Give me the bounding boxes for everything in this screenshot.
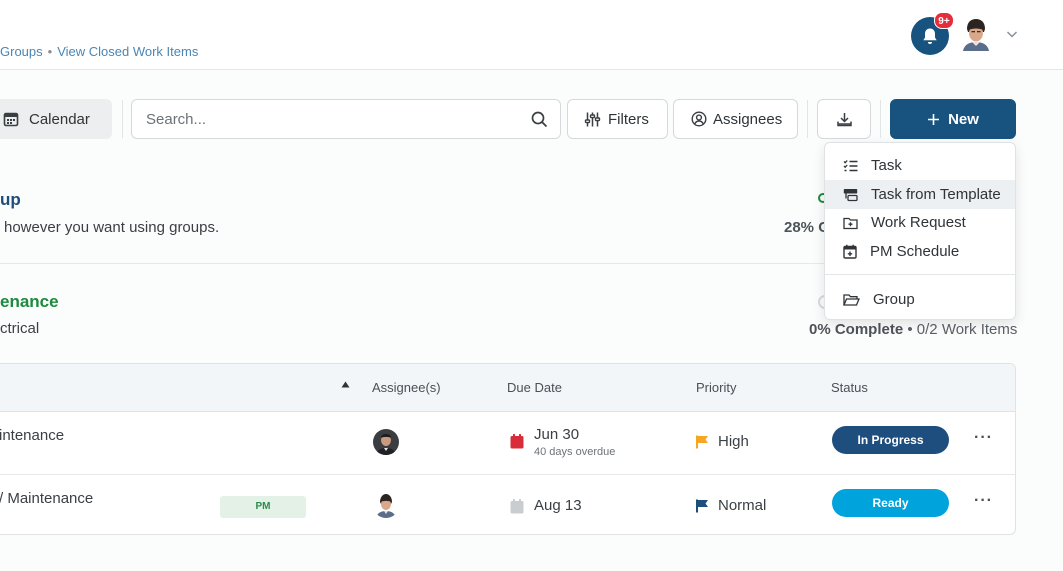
group-description: however you want using groups. <box>4 219 220 236</box>
group-progress-items: • 0/2 Work Items <box>907 321 1018 338</box>
folder-open-icon <box>843 293 860 306</box>
toolbar-divider <box>122 100 123 138</box>
plus-icon <box>928 113 940 125</box>
menu-divider <box>825 274 1015 275</box>
breadcrumb-groups-link[interactable]: Groups <box>0 44 43 59</box>
flag-icon <box>696 499 708 512</box>
group-progress-percent: 28% C <box>784 219 830 236</box>
group-progress-percent: 0% Complete <box>809 321 904 338</box>
calendar-icon <box>510 499 524 514</box>
top-bar: Groups • View Closed Work Items 9+ <box>0 0 1063 70</box>
menu-item-label: Task <box>871 157 902 174</box>
overdue-note: 40 days overdue <box>534 446 616 458</box>
toolbar-divider <box>807 100 808 138</box>
sliders-icon <box>584 112 601 126</box>
work-items-table: Assignee(s) Due Date Priority Status int… <box>0 363 1016 535</box>
new-item-dropdown-menu: Task Task from Template Work Request PM … <box>824 142 1016 320</box>
work-item-name[interactable]: intenance <box>0 427 64 444</box>
search-input[interactable] <box>146 110 516 128</box>
checklist-icon <box>843 159 858 171</box>
column-header-due-date[interactable]: Due Date <box>507 380 562 395</box>
priority-label: High <box>718 433 749 450</box>
notification-count-badge: 9+ <box>934 12 954 29</box>
priority-label: Normal <box>718 497 767 514</box>
column-header-priority[interactable]: Priority <box>696 380 736 395</box>
status-badge[interactable]: Ready <box>832 489 949 517</box>
download-button[interactable] <box>817 99 871 139</box>
row-more-actions-button[interactable]: ··· <box>974 492 993 510</box>
user-circle-icon <box>691 111 707 127</box>
user-avatar[interactable] <box>960 17 992 51</box>
group-title[interactable]: up <box>0 190 21 210</box>
template-icon <box>843 188 858 201</box>
breadcrumb: Groups • View Closed Work Items <box>0 44 198 59</box>
new-label: New <box>948 110 979 128</box>
assignees-button[interactable]: Assignees <box>673 99 798 139</box>
assignee-avatar[interactable] <box>373 429 399 455</box>
table-row[interactable]: / Maintenance PM Aug 13 Normal Ready ··· <box>0 474 1015 534</box>
due-date-value: Aug 13 <box>534 497 582 514</box>
menu-item-task[interactable]: Task <box>825 151 1015 180</box>
search-icon[interactable] <box>531 111 548 128</box>
calendar-overdue-icon <box>510 434 524 449</box>
calendar-icon <box>3 112 19 127</box>
filters-button[interactable]: Filters <box>567 99 668 139</box>
menu-item-label: Task from Template <box>871 186 1001 203</box>
row-more-actions-button[interactable]: ··· <box>974 429 993 447</box>
breadcrumb-separator: • <box>47 44 53 59</box>
bell-icon <box>923 28 937 44</box>
view-closed-work-items-link[interactable]: View Closed Work Items <box>57 44 198 59</box>
calendar-view-button[interactable]: Calendar <box>0 99 112 139</box>
sort-ascending-icon[interactable] <box>341 381 350 388</box>
table-row[interactable]: intenance Jun 30 40 days overdue High In… <box>0 412 1015 474</box>
search-box[interactable] <box>131 99 561 139</box>
menu-item-label: PM Schedule <box>870 243 960 260</box>
group-description: ctrical <box>0 320 40 337</box>
menu-item-pm-schedule[interactable]: PM Schedule <box>825 237 1015 266</box>
work-item-name[interactable]: / Maintenance <box>0 490 93 507</box>
calendar-plus-icon <box>843 244 857 259</box>
filters-label: Filters <box>608 110 649 128</box>
priority: High <box>696 433 749 450</box>
flag-icon <box>696 435 708 448</box>
table-header: Assignee(s) Due Date Priority Status <box>0 364 1015 412</box>
group-progress: 0% Complete • 0/2 Work Items <box>809 321 1017 338</box>
column-header-assignees[interactable]: Assignee(s) <box>372 380 441 395</box>
assignees-label: Assignees <box>713 110 783 128</box>
assignee-avatar[interactable] <box>373 492 399 518</box>
priority: Normal <box>696 497 766 514</box>
menu-item-label: Work Request <box>871 214 966 231</box>
new-button[interactable]: New <box>890 99 1016 139</box>
work-request-icon <box>843 217 858 229</box>
menu-item-task-from-template[interactable]: Task from Template <box>825 180 1015 209</box>
due-date-value: Jun 30 <box>534 426 580 443</box>
pm-tag: PM <box>220 496 306 518</box>
due-date: Jun 30 40 days overdue <box>534 426 615 458</box>
download-icon <box>836 112 852 126</box>
group-title[interactable]: enance <box>0 292 59 312</box>
status-badge[interactable]: In Progress <box>832 426 949 454</box>
toolbar-divider <box>880 100 881 138</box>
group-progress: 28% C <box>784 219 829 236</box>
menu-item-label: Group <box>873 291 915 308</box>
calendar-label: Calendar <box>29 110 90 128</box>
column-header-status[interactable]: Status <box>831 380 868 395</box>
menu-item-work-request[interactable]: Work Request <box>825 208 1015 237</box>
menu-item-group[interactable]: Group <box>825 285 1015 314</box>
chevron-down-icon[interactable] <box>1005 27 1019 41</box>
due-date: Aug 13 <box>534 497 582 514</box>
